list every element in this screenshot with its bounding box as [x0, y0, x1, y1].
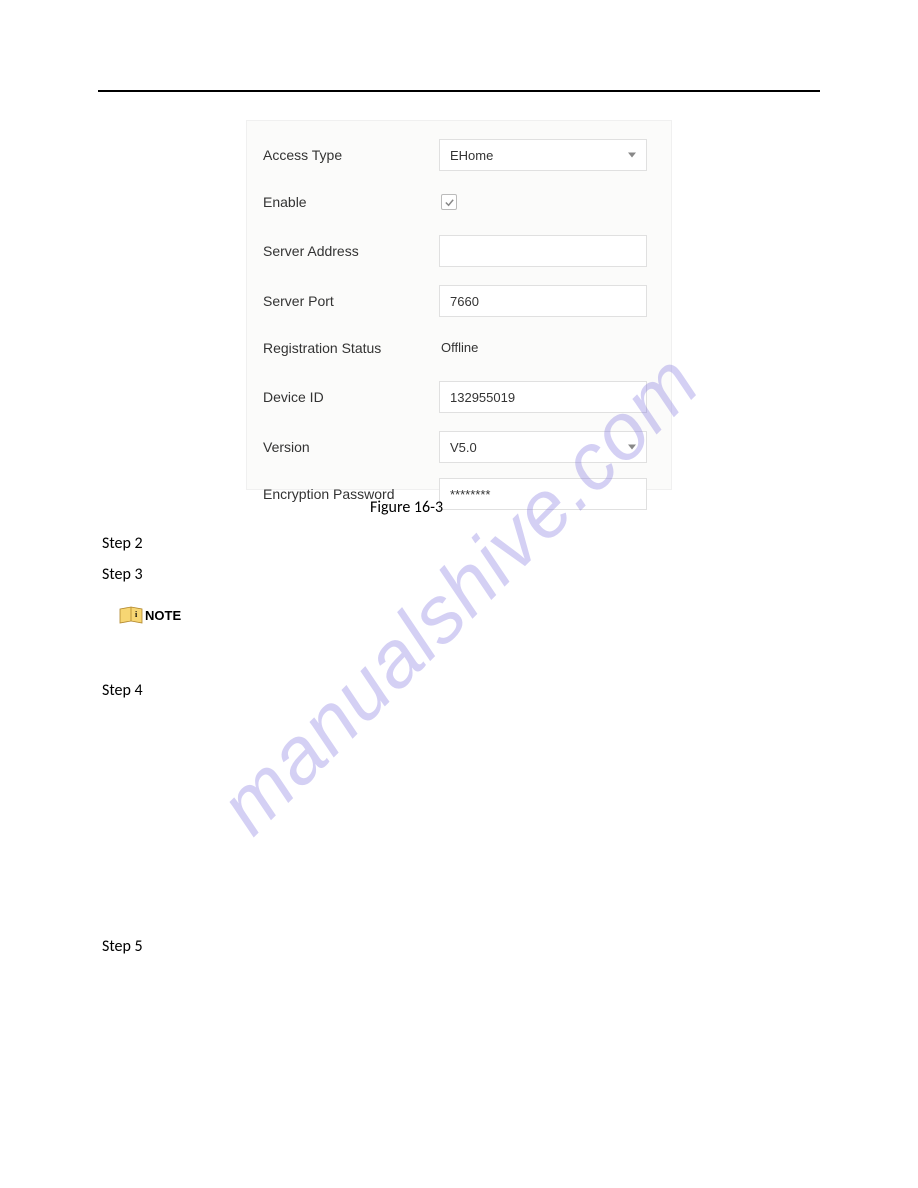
figure-caption: Figure 16-3 [370, 498, 443, 517]
label-enable: Enable [259, 194, 439, 210]
registration-status-value: Offline [439, 340, 478, 355]
step-4-heading: Step 4 [102, 681, 143, 700]
row-device-id: Device ID 132955019 [259, 377, 659, 417]
check-icon [444, 197, 455, 208]
encryption-password-input[interactable]: ******** [439, 478, 647, 510]
row-enable: Enable [259, 185, 659, 219]
note-icon: i [119, 606, 143, 624]
access-type-dropdown[interactable]: EHome [439, 139, 647, 171]
settings-form-panel: Access Type EHome Enable Server Address [246, 120, 672, 490]
row-version: Version V5.0 [259, 427, 659, 467]
encryption-password-value: ******** [450, 487, 490, 502]
server-address-input[interactable] [439, 235, 647, 267]
label-registration-status: Registration Status [259, 340, 439, 356]
row-encryption-password: Encryption Password ******** [259, 477, 659, 511]
label-device-id: Device ID [259, 389, 439, 405]
label-access-type: Access Type [259, 147, 439, 163]
label-server-address: Server Address [259, 243, 439, 259]
server-port-value: 7660 [450, 294, 479, 309]
horizontal-rule [98, 90, 820, 92]
version-dropdown[interactable]: V5.0 [439, 431, 647, 463]
row-registration-status: Registration Status Offline [259, 331, 659, 365]
version-value: V5.0 [450, 440, 477, 455]
step-2-heading: Step 2 [102, 534, 143, 553]
device-id-value: 132955019 [450, 390, 515, 405]
step-3-heading: Step 3 [102, 565, 143, 584]
server-port-input[interactable]: 7660 [439, 285, 647, 317]
row-access-type: Access Type EHome [259, 135, 659, 175]
label-server-port: Server Port [259, 293, 439, 309]
chevron-down-icon [628, 445, 636, 450]
note-label: NOTE [145, 608, 181, 623]
step-5-heading: Step 5 [102, 937, 143, 956]
chevron-down-icon [628, 153, 636, 158]
row-server-port: Server Port 7660 [259, 281, 659, 321]
label-version: Version [259, 439, 439, 455]
enable-checkbox[interactable] [441, 194, 457, 210]
note-block: i NOTE [119, 606, 181, 624]
access-type-value: EHome [450, 148, 493, 163]
row-server-address: Server Address [259, 231, 659, 271]
device-id-input[interactable]: 132955019 [439, 381, 647, 413]
